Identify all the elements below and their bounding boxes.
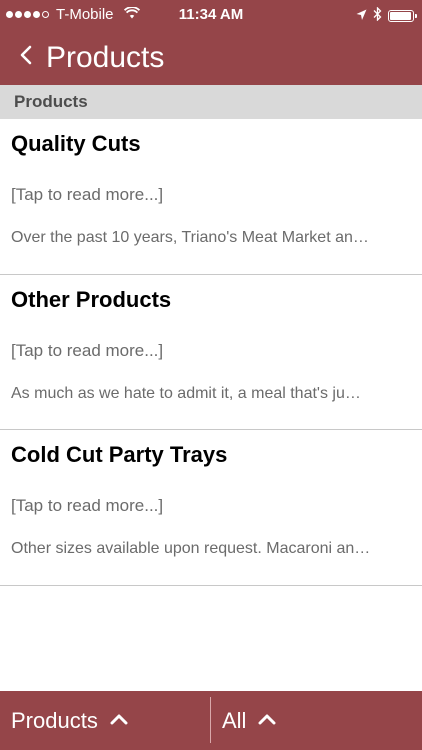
item-description: Over the past 10 years, Triano's Meat Ma… [11, 229, 369, 246]
item-title: Quality Cuts [11, 131, 141, 156]
status-right [356, 6, 417, 25]
item-description: As much as we hate to admit it, a meal t… [11, 384, 361, 402]
item-read-more: [Tap to read more...] [11, 185, 164, 204]
chevron-up-icon [258, 712, 276, 730]
bottom-tab-bar: Products All [0, 691, 422, 750]
status-bar: T-Mobile 11:34 AM [0, 0, 422, 30]
item-read-more: [Tap to read more...] [11, 496, 164, 515]
item-title: Cold Cut Party Trays [11, 442, 228, 467]
item-title: Other Products [11, 286, 172, 312]
all-filter-button[interactable]: All [222, 691, 276, 750]
products-filter-button[interactable]: Products [11, 691, 128, 750]
products-filter-label: Products [11, 707, 98, 733]
location-arrow-icon [356, 8, 367, 25]
chevron-left-icon [20, 45, 32, 70]
products-list: Quality Cuts [Tap to read more...] Over … [0, 119, 422, 586]
page-title: Products [46, 40, 165, 74]
battery-level [390, 12, 411, 20]
bluetooth-icon [373, 6, 382, 25]
list-item[interactable]: Quality Cuts [Tap to read more...] Over … [0, 119, 422, 275]
all-filter-label: All [222, 707, 247, 733]
item-description: Other sizes available upon request. Maca… [11, 540, 371, 557]
list-item[interactable]: Other Products [Tap to read more...] As … [0, 275, 422, 430]
navigation-bar: Products [0, 30, 422, 85]
battery-icon [388, 10, 417, 22]
back-button[interactable] [0, 30, 32, 85]
section-header: Products [0, 85, 422, 119]
item-read-more: [Tap to read more...] [11, 340, 164, 360]
list-item[interactable]: Cold Cut Party Trays [Tap to read more..… [0, 430, 422, 586]
chevron-up-icon [110, 712, 128, 730]
tab-divider [210, 697, 211, 743]
